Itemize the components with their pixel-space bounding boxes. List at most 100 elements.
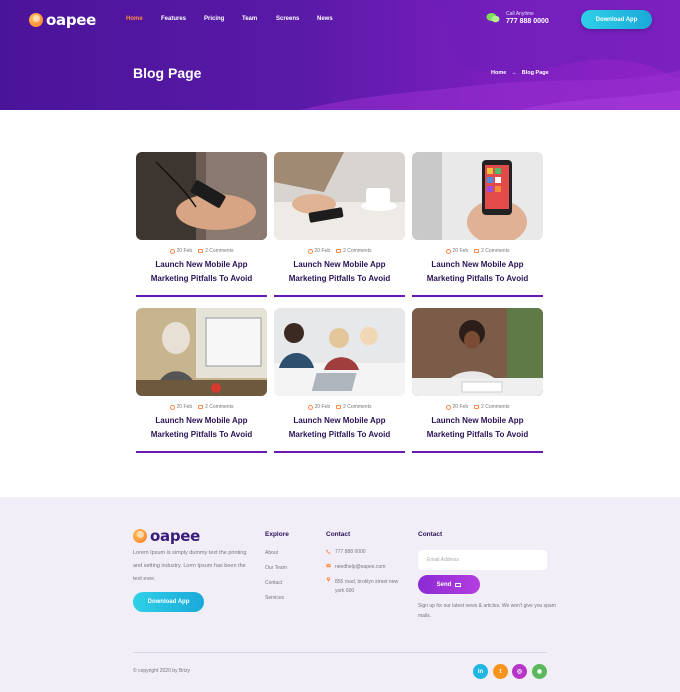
- blog-card[interactable]: 20 Feb 2 Comments Launch New Mobile App Mar…: [412, 152, 543, 298]
- blog-card-image[interactable]: [274, 308, 405, 396]
- footer-logo[interactable]: oapee: [133, 527, 200, 545]
- comment-icon: [336, 405, 342, 409]
- comment-icon: [336, 249, 342, 253]
- blog-card-meta: 20 Feb 2 Comments: [412, 248, 543, 254]
- envelope-icon: [326, 563, 331, 568]
- page-title: Blog Page: [133, 65, 202, 81]
- newsletter-note: Sign up for our latest news & articles. …: [418, 603, 556, 619]
- post-comments[interactable]: 2 Comments: [474, 404, 509, 410]
- logo-text: oapee: [46, 11, 97, 29]
- blog-card[interactable]: 20 Feb 2 Comments Launch New Mobile App Mar…: [274, 308, 405, 454]
- blog-card-image[interactable]: [274, 152, 405, 240]
- title-line-2: Marketing Pitfalls To Avoid: [288, 274, 391, 283]
- comment-icon: [198, 249, 204, 253]
- blog-card-title[interactable]: Launch New Mobile App Marketing Pitfalls …: [412, 258, 543, 286]
- copyright: © copyright 2020 by Brizy: [133, 668, 191, 674]
- blog-card-image[interactable]: [412, 308, 543, 396]
- footer-link-about[interactable]: About: [265, 550, 278, 556]
- blog-card-title[interactable]: Launch New Mobile App Marketing Pitfalls …: [274, 414, 405, 442]
- title-line-1: Launch New Mobile App: [431, 260, 524, 269]
- post-comments[interactable]: 2 Comments: [198, 404, 233, 410]
- instagram-glyph: ◎: [516, 669, 523, 675]
- header-logo[interactable]: oapee: [29, 11, 96, 29]
- blog-card-image[interactable]: [136, 152, 267, 240]
- nav-features[interactable]: Features: [161, 16, 186, 22]
- linkedin-icon[interactable]: in: [473, 664, 488, 679]
- blog-card-underline: [136, 451, 267, 453]
- logo-mark-icon: [29, 13, 43, 27]
- post-date: 20 Feb: [307, 248, 330, 254]
- title-line-1: Launch New Mobile App: [293, 260, 386, 269]
- blog-card[interactable]: 20 Feb 2 Comments Launch New Mobile App Mar…: [136, 152, 267, 298]
- map-pin-icon: [326, 577, 331, 582]
- blog-card-underline: [136, 295, 267, 297]
- clock-icon: [169, 248, 175, 254]
- title-line-1: Launch New Mobile App: [293, 416, 386, 425]
- blog-card[interactable]: 20 Feb 2 Comments Launch New Mobile App Mar…: [136, 308, 267, 454]
- footer-description: Lorem Ipsum is simply dummy text the pri…: [133, 550, 247, 582]
- nav-team[interactable]: Team: [242, 16, 257, 22]
- clock-icon: [169, 404, 175, 410]
- contact-heading: Contact: [326, 531, 351, 538]
- title-line-2: Marketing Pitfalls To Avoid: [426, 274, 529, 283]
- comment-icon: [474, 249, 480, 253]
- footer-link-services[interactable]: Services: [265, 595, 284, 601]
- blog-card-image[interactable]: [136, 308, 267, 396]
- contact-email[interactable]: needhelp@oapee.com: [335, 563, 385, 572]
- post-comments[interactable]: 2 Comments: [474, 248, 509, 254]
- nav-news[interactable]: News: [317, 16, 333, 22]
- phone-icon: [326, 549, 331, 554]
- hero-wave-decoration: [300, 0, 680, 110]
- contact-phone: 777 888 0000: [335, 549, 366, 555]
- clock-icon: [445, 248, 451, 254]
- nav-home[interactable]: Home: [126, 16, 143, 22]
- post-comments[interactable]: 2 Comments: [336, 404, 371, 410]
- post-comments[interactable]: 2 Comments: [198, 248, 233, 254]
- call-anytime[interactable]: Call Anytime 777 888 0000: [486, 11, 549, 25]
- dribbble-glyph: ◉: [536, 669, 543, 675]
- blog-card-underline: [412, 295, 543, 297]
- clock-icon: [307, 248, 313, 254]
- post-date: 20 Feb: [445, 248, 468, 254]
- send-button[interactable]: Send: [418, 575, 480, 594]
- footer-divider: [133, 652, 547, 653]
- breadcrumb-home[interactable]: Home: [491, 70, 506, 76]
- blog-card-title[interactable]: Launch New Mobile App Marketing Pitfalls …: [136, 258, 267, 286]
- blog-card-title[interactable]: Launch New Mobile App Marketing Pitfalls …: [136, 414, 267, 442]
- send-label: Send: [436, 581, 452, 588]
- title-line-2: Marketing Pitfalls To Avoid: [150, 274, 253, 283]
- contact-address: 855 road, broklyn street new york 600: [335, 579, 399, 594]
- breadcrumb-current: Blog Page: [521, 70, 549, 76]
- blog-card-underline: [412, 451, 543, 453]
- email-input[interactable]: Email Address: [418, 550, 547, 570]
- title-line-1: Launch New Mobile App: [431, 416, 524, 425]
- dribbble-icon[interactable]: ◉: [532, 664, 547, 679]
- footer-download-button[interactable]: Download App: [133, 592, 204, 612]
- title-line-1: Launch New Mobile App: [155, 260, 248, 269]
- instagram-icon[interactable]: ◎: [512, 664, 527, 679]
- nav-pricing[interactable]: Pricing: [204, 16, 224, 22]
- footer-link-contact[interactable]: Contact: [265, 580, 282, 586]
- title-line-2: Marketing Pitfalls To Avoid: [426, 430, 529, 439]
- blog-card-meta: 20 Feb 2 Comments: [136, 404, 267, 410]
- download-app-button[interactable]: Download App: [581, 10, 652, 29]
- hero-banner: oapee Home Features Pricing Team Screens…: [0, 0, 680, 110]
- footer-link-team[interactable]: Our Team: [265, 565, 287, 571]
- blog-card[interactable]: 20 Feb 2 Comments Launch New Mobile App Mar…: [412, 308, 543, 454]
- blog-card-title[interactable]: Launch New Mobile App Marketing Pitfalls …: [274, 258, 405, 286]
- nav-screens[interactable]: Screens: [276, 16, 299, 22]
- title-line-2: Marketing Pitfalls To Avoid: [150, 430, 253, 439]
- post-comments[interactable]: 2 Comments: [336, 248, 371, 254]
- blog-card-meta: 20 Feb 2 Comments: [274, 248, 405, 254]
- linkedin-glyph: in: [477, 668, 484, 675]
- blog-card-title[interactable]: Launch New Mobile App Marketing Pitfalls …: [412, 414, 543, 442]
- post-date: 20 Feb: [445, 404, 468, 410]
- twitter-icon[interactable]: t: [493, 664, 508, 679]
- blog-card[interactable]: 20 Feb 2 Comments Launch New Mobile App Mar…: [274, 152, 405, 298]
- footer-logo-mark-icon: [133, 529, 147, 543]
- chat-bubble-icon: [486, 13, 500, 23]
- clock-icon: [445, 404, 451, 410]
- blog-card-image[interactable]: [412, 152, 543, 240]
- breadcrumb-arrow-icon: →: [511, 70, 517, 76]
- blog-card-meta: 20 Feb 2 Comments: [412, 404, 543, 410]
